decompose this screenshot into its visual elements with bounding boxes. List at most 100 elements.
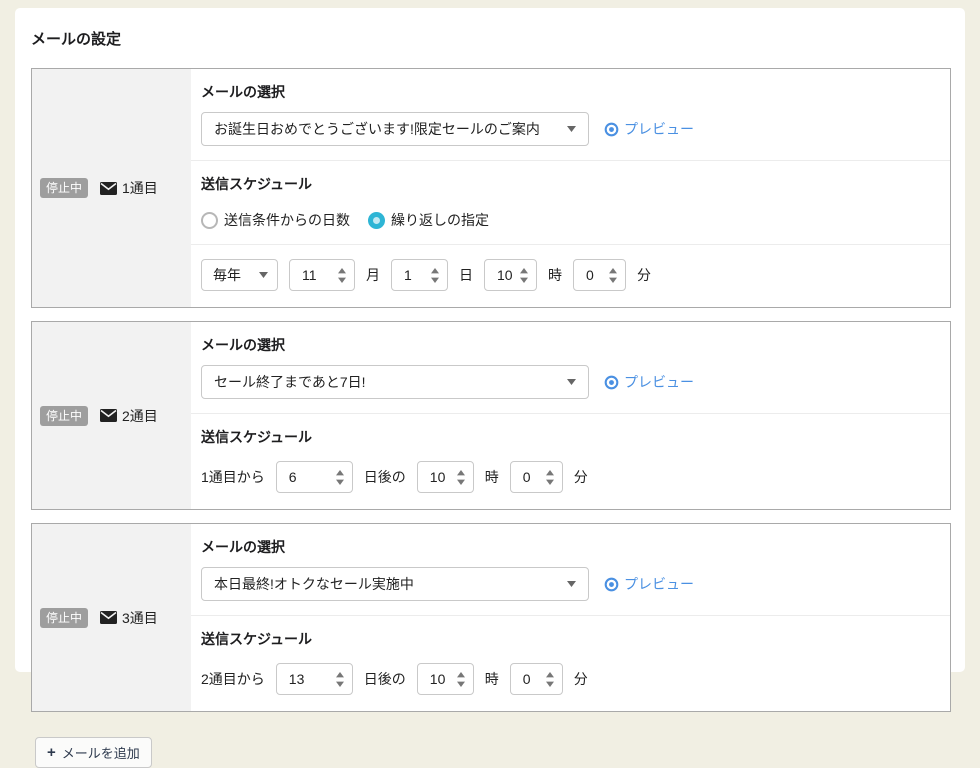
chevron-down-icon — [567, 126, 576, 132]
hour-input[interactable]: 10 — [417, 663, 474, 695]
mail-select-value: 本日最終!オトクなセール実施中 — [214, 574, 414, 594]
unit-label: 時 — [548, 265, 562, 285]
email-number: 3通目 — [100, 608, 158, 628]
divider — [191, 160, 950, 161]
minute-value: 0 — [523, 671, 531, 687]
preview-label: プレビュー — [624, 372, 694, 392]
minute-input[interactable]: 0 — [573, 259, 626, 291]
email-number: 1通目 — [100, 178, 158, 198]
stepper-icon[interactable] — [545, 470, 555, 485]
mail-select-label: メールの選択 — [191, 335, 950, 355]
eye-icon — [604, 577, 619, 592]
status-badge: 停止中 — [40, 608, 88, 628]
radio-unselected-icon — [201, 212, 218, 229]
email-block-1: 停止中 1通目 メールの選択 お誕生日おめでとうございます!限定セールのご案内 — [31, 68, 951, 308]
envelope-icon — [100, 611, 117, 624]
email-number-label: 3通目 — [122, 608, 158, 628]
stepper-icon[interactable] — [608, 268, 618, 283]
preview-label: プレビュー — [624, 574, 694, 594]
month-value: 11 — [302, 267, 317, 283]
email-number-label: 1通目 — [122, 178, 158, 198]
month-input[interactable]: 11 — [289, 259, 355, 291]
schedule-label: 送信スケジュール — [191, 174, 950, 194]
stepper-icon[interactable] — [545, 672, 555, 687]
preview-link[interactable]: プレビュー — [604, 372, 694, 392]
from-label: 1通目から — [201, 467, 265, 487]
email-1-main: メールの選択 お誕生日おめでとうございます!限定セールのご案内 プレビュー 送信… — [191, 69, 950, 307]
frequency-select[interactable]: 毎年 — [201, 259, 278, 291]
email-number-label: 2通目 — [122, 406, 158, 426]
stepper-icon[interactable] — [430, 268, 440, 283]
day-input[interactable]: 1 — [391, 259, 448, 291]
email-2-main: メールの選択 セール終了まであと7日! プレビュー 送信スケジュール — [191, 322, 950, 509]
divider — [191, 413, 950, 414]
envelope-icon — [100, 409, 117, 422]
stepper-icon[interactable] — [519, 268, 529, 283]
unit-label: 時 — [485, 669, 499, 689]
hour-value: 10 — [497, 267, 513, 283]
preview-label: プレビュー — [624, 119, 694, 139]
email-1-side-panel: 停止中 1通目 — [32, 69, 191, 307]
hour-value: 10 — [430, 469, 446, 485]
day-value: 1 — [404, 267, 412, 283]
unit-label: 分 — [637, 265, 651, 285]
unit-label: 日後の — [364, 669, 406, 689]
mail-select-dropdown[interactable]: セール終了まであと7日! — [201, 365, 589, 399]
schedule-label: 送信スケジュール — [191, 427, 950, 447]
plus-icon: + — [47, 745, 56, 760]
status-badge: 停止中 — [40, 178, 88, 198]
mail-select-label: メールの選択 — [191, 82, 950, 102]
mail-select-value: お誕生日おめでとうございます!限定セールのご案内 — [214, 119, 540, 139]
days-after-input[interactable]: 13 — [276, 663, 353, 695]
stepper-icon[interactable] — [337, 268, 347, 283]
chevron-down-icon — [259, 272, 268, 278]
radio-option-label: 繰り返しの指定 — [391, 210, 489, 230]
email-block-2: 停止中 2通目 メールの選択 セール終了まであと7日! — [31, 321, 951, 510]
preview-link[interactable]: プレビュー — [604, 119, 694, 139]
hour-input[interactable]: 10 — [417, 461, 474, 493]
email-number: 2通目 — [100, 406, 158, 426]
stepper-icon[interactable] — [335, 672, 345, 687]
mail-settings-card: メールの設定 停止中 1通目 メールの選択 お誕生日おめでとうございます!限定セ… — [15, 8, 965, 672]
chevron-down-icon — [567, 581, 576, 587]
email-2-side-panel: 停止中 2通目 — [32, 322, 191, 509]
mail-select-value: セール終了まであと7日! — [214, 372, 366, 392]
radio-selected-icon — [368, 212, 385, 229]
email-3-main: メールの選択 本日最終!オトクなセール実施中 プレビュー 送信スケジュール — [191, 524, 950, 711]
chevron-down-icon — [567, 379, 576, 385]
stepper-icon[interactable] — [456, 470, 466, 485]
envelope-icon — [100, 182, 117, 195]
email-3-side-panel: 停止中 3通目 — [32, 524, 191, 711]
unit-label: 日後の — [364, 467, 406, 487]
radio-option-label: 送信条件からの日数 — [224, 210, 350, 230]
days-value: 6 — [289, 469, 297, 485]
radio-option-days-from-condition[interactable]: 送信条件からの日数 — [201, 210, 350, 230]
stepper-icon[interactable] — [335, 470, 345, 485]
add-mail-button[interactable]: + メールを追加 — [35, 737, 152, 768]
eye-icon — [604, 122, 619, 137]
minute-input[interactable]: 0 — [510, 663, 563, 695]
frequency-value: 毎年 — [213, 265, 241, 285]
unit-label: 時 — [485, 467, 499, 487]
mail-select-dropdown[interactable]: 本日最終!オトクなセール実施中 — [201, 567, 589, 601]
minute-input[interactable]: 0 — [510, 461, 563, 493]
unit-label: 分 — [574, 669, 588, 689]
days-after-input[interactable]: 6 — [276, 461, 353, 493]
hour-value: 10 — [430, 671, 446, 687]
days-value: 13 — [289, 671, 305, 687]
unit-label: 分 — [574, 467, 588, 487]
hour-input[interactable]: 10 — [484, 259, 537, 291]
divider — [191, 615, 950, 616]
mail-select-dropdown[interactable]: お誕生日おめでとうございます!限定セールのご案内 — [201, 112, 589, 146]
preview-link[interactable]: プレビュー — [604, 574, 694, 594]
add-mail-label: メールを追加 — [62, 743, 140, 762]
unit-label: 日 — [459, 265, 473, 285]
status-badge: 停止中 — [40, 406, 88, 426]
minute-value: 0 — [586, 267, 594, 283]
stepper-icon[interactable] — [456, 672, 466, 687]
minute-value: 0 — [523, 469, 531, 485]
page-title: メールの設定 — [31, 28, 951, 49]
eye-icon — [604, 375, 619, 390]
radio-option-repeat[interactable]: 繰り返しの指定 — [368, 210, 489, 230]
unit-label: 月 — [366, 265, 380, 285]
